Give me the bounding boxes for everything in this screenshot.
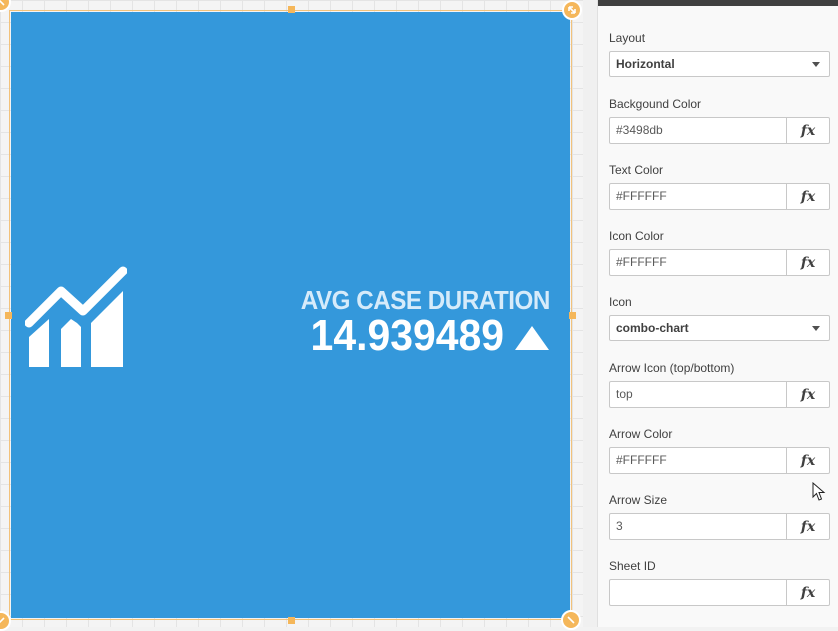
sheet-id-fx-button[interactable]: fx	[787, 579, 830, 606]
prop-arrow-icon: Arrow Icon (top/bottom) top fx	[609, 359, 830, 408]
prop-label: Layout	[609, 31, 646, 45]
arrow-size-fx-button[interactable]: fx	[787, 513, 830, 540]
icon-color-fx-button[interactable]: fx	[787, 249, 830, 276]
text-color-fx-button[interactable]: fx	[787, 183, 830, 210]
layout-select-value: Horizontal	[616, 57, 675, 71]
icon-color-input[interactable]: #FFFFFF	[609, 249, 787, 276]
text-color-input[interactable]: #FFFFFF	[609, 183, 787, 210]
arrow-color-input[interactable]: #FFFFFF	[609, 447, 787, 474]
prop-icon: Icon combo-chart	[609, 293, 830, 341]
resize-arrow-icon	[0, 0, 5, 6]
prop-label: Arrow Size	[609, 493, 668, 507]
kpi-value: 14.939489	[310, 311, 504, 360]
panel-header-bar	[598, 0, 838, 6]
properties-panel: Layout Horizontal Backgound Color #3498d…	[597, 0, 838, 627]
prop-background-color: Backgound Color #3498db fx	[609, 95, 830, 144]
kpi-value-row: 14.939489	[282, 314, 550, 358]
kpi-object[interactable]: AVG CASE DURATION 14.939489	[9, 10, 572, 620]
prop-layout: Layout Horizontal	[609, 29, 830, 77]
sheet-id-input[interactable]	[609, 579, 787, 606]
prop-label: Icon Color	[609, 229, 664, 243]
prop-arrow-size: Arrow Size 3 fx	[609, 491, 830, 540]
background-color-fx-button[interactable]: fx	[787, 117, 830, 144]
layout-select[interactable]: Horizontal	[609, 51, 830, 77]
background-color-input[interactable]: #3498db	[609, 117, 787, 144]
resize-handle-bottom-right[interactable]	[561, 610, 581, 630]
panel-divider	[583, 0, 597, 627]
resize-arrow-icon	[0, 617, 5, 624]
prop-label: Sheet ID	[609, 559, 656, 573]
icon-select-value: combo-chart	[616, 321, 689, 335]
resize-handle-right[interactable]	[569, 312, 576, 319]
prop-label: Text Color	[609, 163, 664, 177]
icon-select[interactable]: combo-chart	[609, 315, 830, 341]
resize-handle-top-right[interactable]	[562, 0, 582, 20]
chevron-down-icon	[812, 62, 820, 67]
chevron-down-icon	[812, 326, 820, 331]
combo-chart-icon	[25, 266, 127, 367]
prop-text-color: Text Color #FFFFFF fx	[609, 161, 830, 210]
prop-label: Backgound Color	[609, 97, 702, 111]
sheet-canvas[interactable]: AVG CASE DURATION 14.939489	[0, 0, 583, 631]
kpi-tile[interactable]: AVG CASE DURATION 14.939489	[11, 12, 570, 618]
prop-label: Arrow Color	[609, 427, 673, 441]
prop-arrow-color: Arrow Color #FFFFFF fx	[609, 425, 830, 474]
arrow-icon-input[interactable]: top	[609, 381, 787, 408]
prop-sheet-id: Sheet ID fx	[609, 557, 830, 606]
kpi-text-block: AVG CASE DURATION 14.939489	[282, 285, 551, 358]
prop-label: Arrow Icon (top/bottom)	[609, 361, 735, 375]
resize-arrow-icon	[567, 616, 575, 624]
kpi-label: AVG CASE DURATION	[300, 285, 551, 315]
triangle-up-icon	[515, 326, 549, 350]
resize-handle-bottom[interactable]	[288, 617, 295, 624]
resize-arrow-icon	[568, 6, 576, 14]
resize-handle-left[interactable]	[5, 312, 12, 319]
resize-handle-top[interactable]	[288, 6, 295, 13]
arrow-color-fx-button[interactable]: fx	[787, 447, 830, 474]
prop-label: Icon	[609, 295, 632, 309]
arrow-size-input[interactable]: 3	[609, 513, 787, 540]
arrow-icon-fx-button[interactable]: fx	[787, 381, 830, 408]
prop-icon-color: Icon Color #FFFFFF fx	[609, 227, 830, 276]
mouse-pointer-icon	[812, 482, 826, 501]
